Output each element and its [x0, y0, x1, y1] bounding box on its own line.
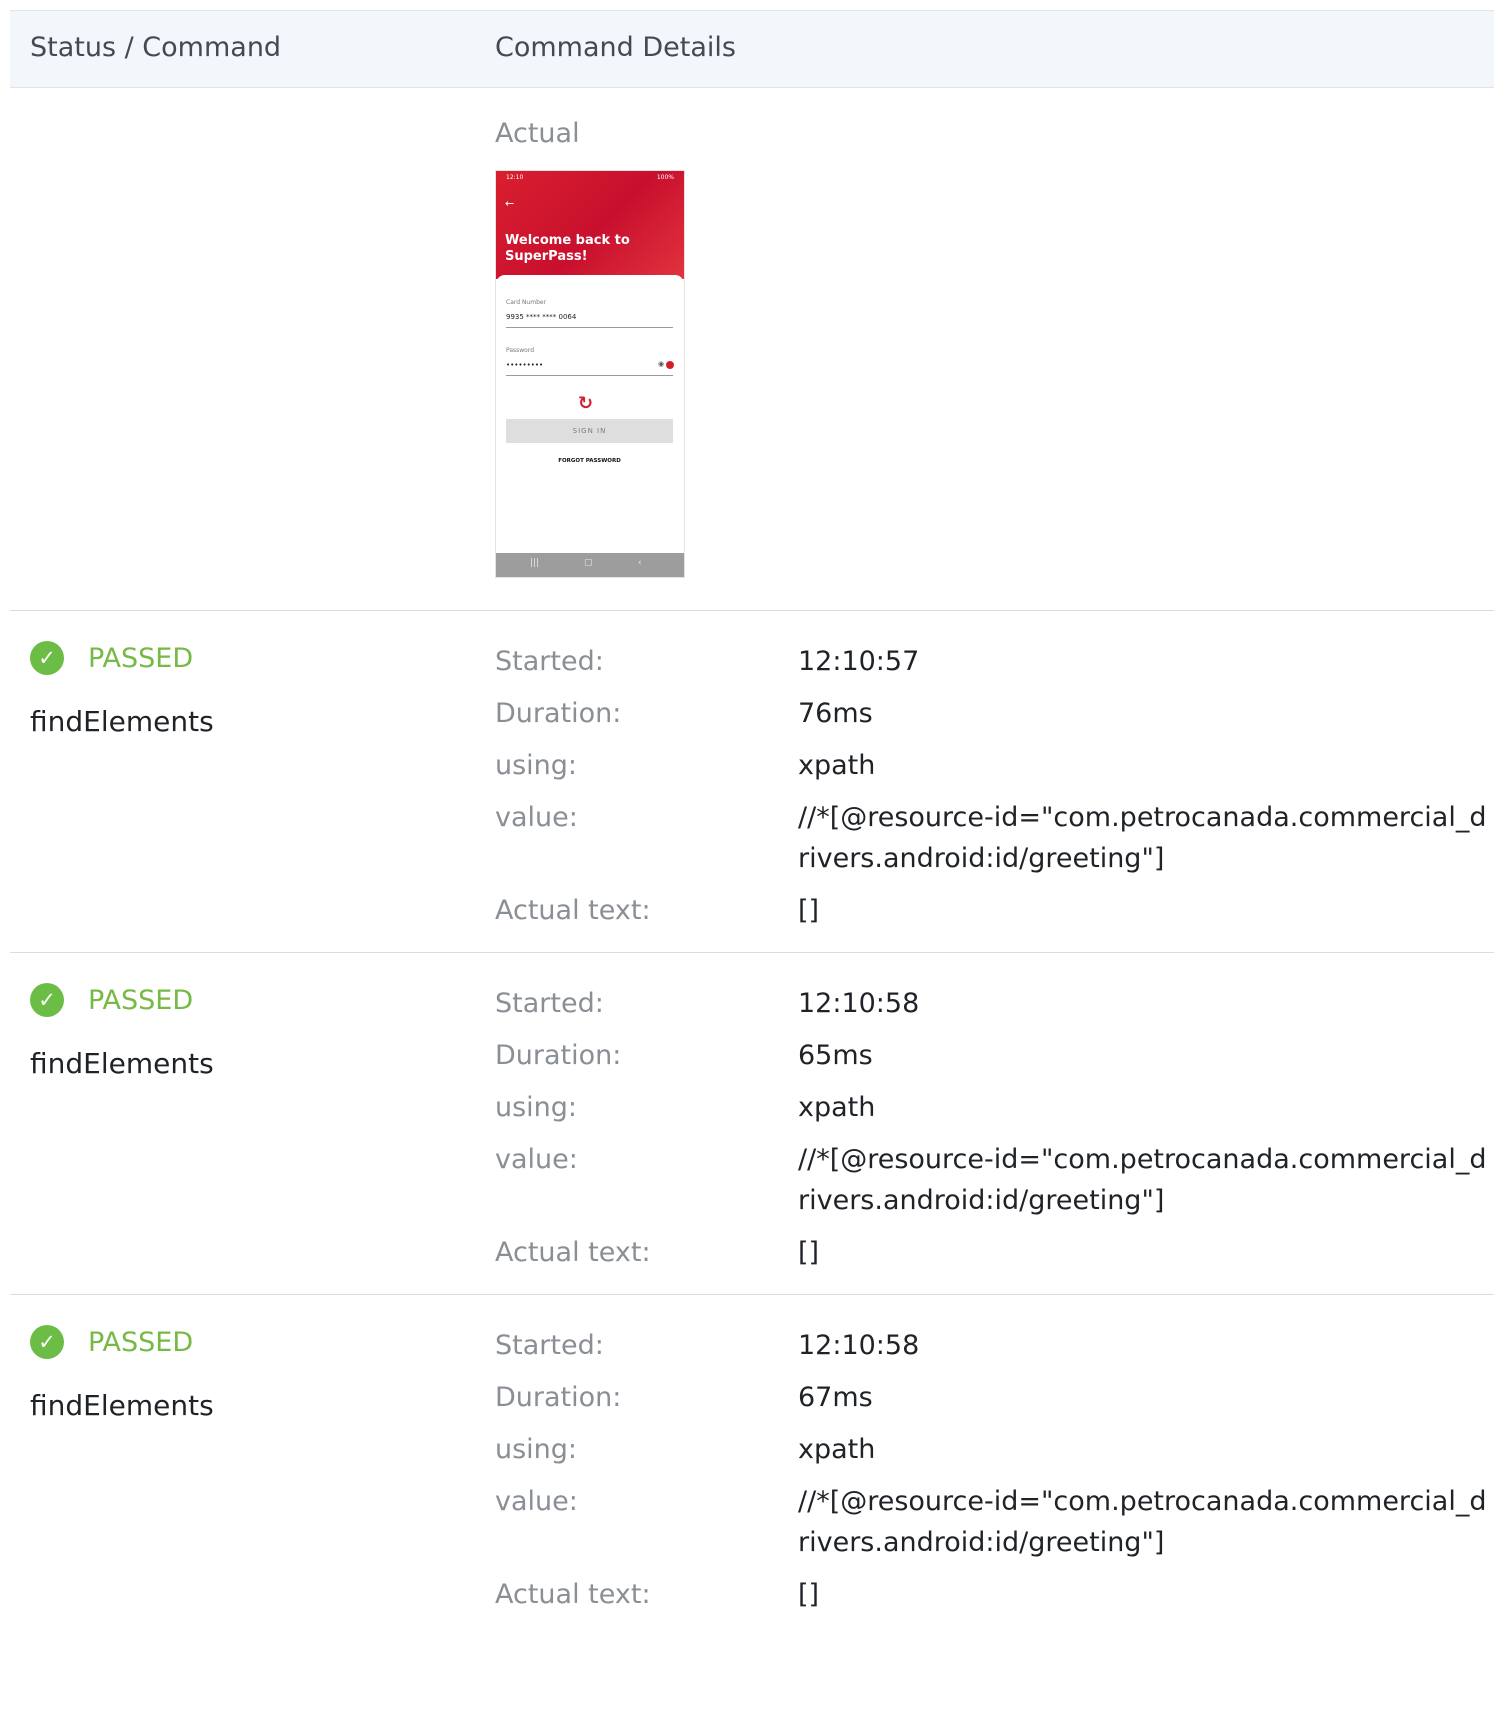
phone-password-value: •••••••••: [506, 361, 544, 369]
actual-screenshot-label: Actual: [495, 118, 580, 149]
phone-password-label: Password: [506, 347, 535, 354]
detail-key: value:: [495, 1486, 578, 1517]
detail-value: []: [798, 895, 820, 926]
detail-key: Actual text:: [495, 895, 651, 926]
phone-welcome-title: Welcome back to SuperPass!: [505, 233, 630, 264]
command-row: ✓ PASSED findElements Started: 12:10:58 D…: [10, 953, 1494, 1295]
phone-eye-icon: ◉: [658, 360, 665, 368]
phone-password-underline: [506, 375, 673, 376]
detail-value: //*[@resource-id="com.petrocanada.commer…: [798, 802, 1487, 874]
command-row: ✓ PASSED findElements Started: 12:10:58 D…: [10, 1295, 1494, 1635]
detail-value: 12:10:58: [798, 1330, 920, 1361]
status-cell: ✓ PASSED: [30, 640, 193, 676]
phone-back-icon: ‹: [638, 558, 642, 568]
detail-using: using: xpath: [495, 745, 1493, 786]
detail-actual-text: Actual text: []: [495, 890, 1493, 931]
check-circle-icon: ✓: [30, 641, 64, 675]
phone-home-icon: ▢: [584, 558, 593, 568]
check-circle-icon: ✓: [30, 1325, 64, 1359]
detail-value: xpath: [798, 1434, 876, 1465]
detail-key: Actual text:: [495, 1579, 651, 1610]
detail-key: Duration:: [495, 1040, 622, 1071]
phone-card-underline: [506, 327, 673, 328]
detail-value: xpath: [798, 1092, 876, 1123]
detail-key: using:: [495, 750, 578, 781]
detail-key: Started:: [495, 988, 604, 1019]
phone-login-card: Card Number 9935 **** **** 0064 Password…: [496, 275, 684, 555]
phone-nav-bar: ||| ▢ ‹: [496, 553, 684, 577]
header-command-details: Command Details: [495, 32, 736, 63]
detail-key: value:: [495, 802, 578, 833]
detail-key: Started:: [495, 1330, 604, 1361]
phone-signin-button: SIGN IN: [506, 419, 673, 443]
detail-value-row: value: //*[@resource-id="com.petrocanada.…: [495, 797, 1493, 879]
command-details: Started: 12:10:58 Duration: 65ms using: xpa…: [495, 983, 1493, 1284]
header-status-command: Status / Command: [30, 32, 282, 63]
status-label: PASSED: [88, 1326, 194, 1358]
command-name: findElements: [30, 1047, 214, 1080]
detail-duration: Duration: 65ms: [495, 1035, 1493, 1076]
detail-value-row: value: //*[@resource-id="com.petrocanada.…: [495, 1481, 1493, 1563]
detail-value: 12:10:57: [798, 646, 920, 677]
detail-started: Started: 12:10:58: [495, 983, 1493, 1024]
phone-card-number-label: Card Number: [506, 299, 547, 306]
command-details: Started: 12:10:57 Duration: 76ms using: xpa…: [495, 641, 1493, 942]
detail-key: Duration:: [495, 698, 622, 729]
phone-refresh-icon: ↻: [578, 393, 594, 414]
detail-value: 12:10:58: [798, 988, 920, 1019]
detail-value: //*[@resource-id="com.petrocanada.commer…: [798, 1486, 1487, 1558]
detail-duration: Duration: 76ms: [495, 693, 1493, 734]
phone-status-time: 12:10: [506, 174, 524, 181]
detail-key: value:: [495, 1144, 578, 1175]
detail-value: xpath: [798, 750, 876, 781]
status-label: PASSED: [88, 984, 194, 1016]
status-cell: ✓ PASSED: [30, 982, 193, 1018]
screenshot-row: Actual 12:10 100% ← Welcome back to Supe…: [10, 88, 1494, 611]
detail-started: Started: 12:10:57: [495, 641, 1493, 682]
detail-key: using:: [495, 1434, 578, 1465]
phone-error-icon: [666, 361, 674, 369]
check-circle-icon: ✓: [30, 983, 64, 1017]
command-row: ✓ PASSED findElements Started: 12:10:57 D…: [10, 611, 1494, 953]
status-cell: ✓ PASSED: [30, 1324, 193, 1360]
status-label: PASSED: [88, 642, 194, 674]
actual-screenshot-thumbnail[interactable]: 12:10 100% ← Welcome back to SuperPass! …: [495, 170, 685, 578]
detail-value: []: [798, 1579, 820, 1610]
detail-key: Actual text:: [495, 1237, 651, 1268]
detail-value: []: [798, 1237, 820, 1268]
detail-key: Duration:: [495, 1382, 622, 1413]
phone-card-number-value: 9935 **** **** 0064: [506, 313, 577, 321]
command-name: findElements: [30, 1389, 214, 1422]
phone-forgot-password: FORGOT PASSWORD: [558, 458, 621, 464]
table-header: Status / Command Command Details: [10, 10, 1494, 88]
detail-value-row: value: //*[@resource-id="com.petrocanada.…: [495, 1139, 1493, 1221]
phone-status-battery: 100%: [656, 174, 674, 181]
detail-actual-text: Actual text: []: [495, 1574, 1493, 1615]
command-details: Started: 12:10:58 Duration: 67ms using: xpa…: [495, 1325, 1493, 1626]
detail-key: using:: [495, 1092, 578, 1123]
command-name: findElements: [30, 705, 214, 738]
detail-value: //*[@resource-id="com.petrocanada.commer…: [798, 1144, 1487, 1216]
detail-value: 65ms: [798, 1040, 873, 1071]
detail-value: 76ms: [798, 698, 873, 729]
detail-key: Started:: [495, 646, 604, 677]
detail-actual-text: Actual text: []: [495, 1232, 1493, 1273]
detail-started: Started: 12:10:58: [495, 1325, 1493, 1366]
phone-back-arrow-icon: ←: [505, 197, 515, 210]
detail-using: using: xpath: [495, 1429, 1493, 1470]
detail-using: using: xpath: [495, 1087, 1493, 1128]
command-log-table: Status / Command Command Details Actual …: [10, 10, 1494, 1635]
phone-recents-icon: |||: [530, 558, 540, 568]
detail-value: 67ms: [798, 1382, 873, 1413]
detail-duration: Duration: 67ms: [495, 1377, 1493, 1418]
phone-header-banner: 12:10 100% ← Welcome back to SuperPass!: [496, 171, 684, 279]
